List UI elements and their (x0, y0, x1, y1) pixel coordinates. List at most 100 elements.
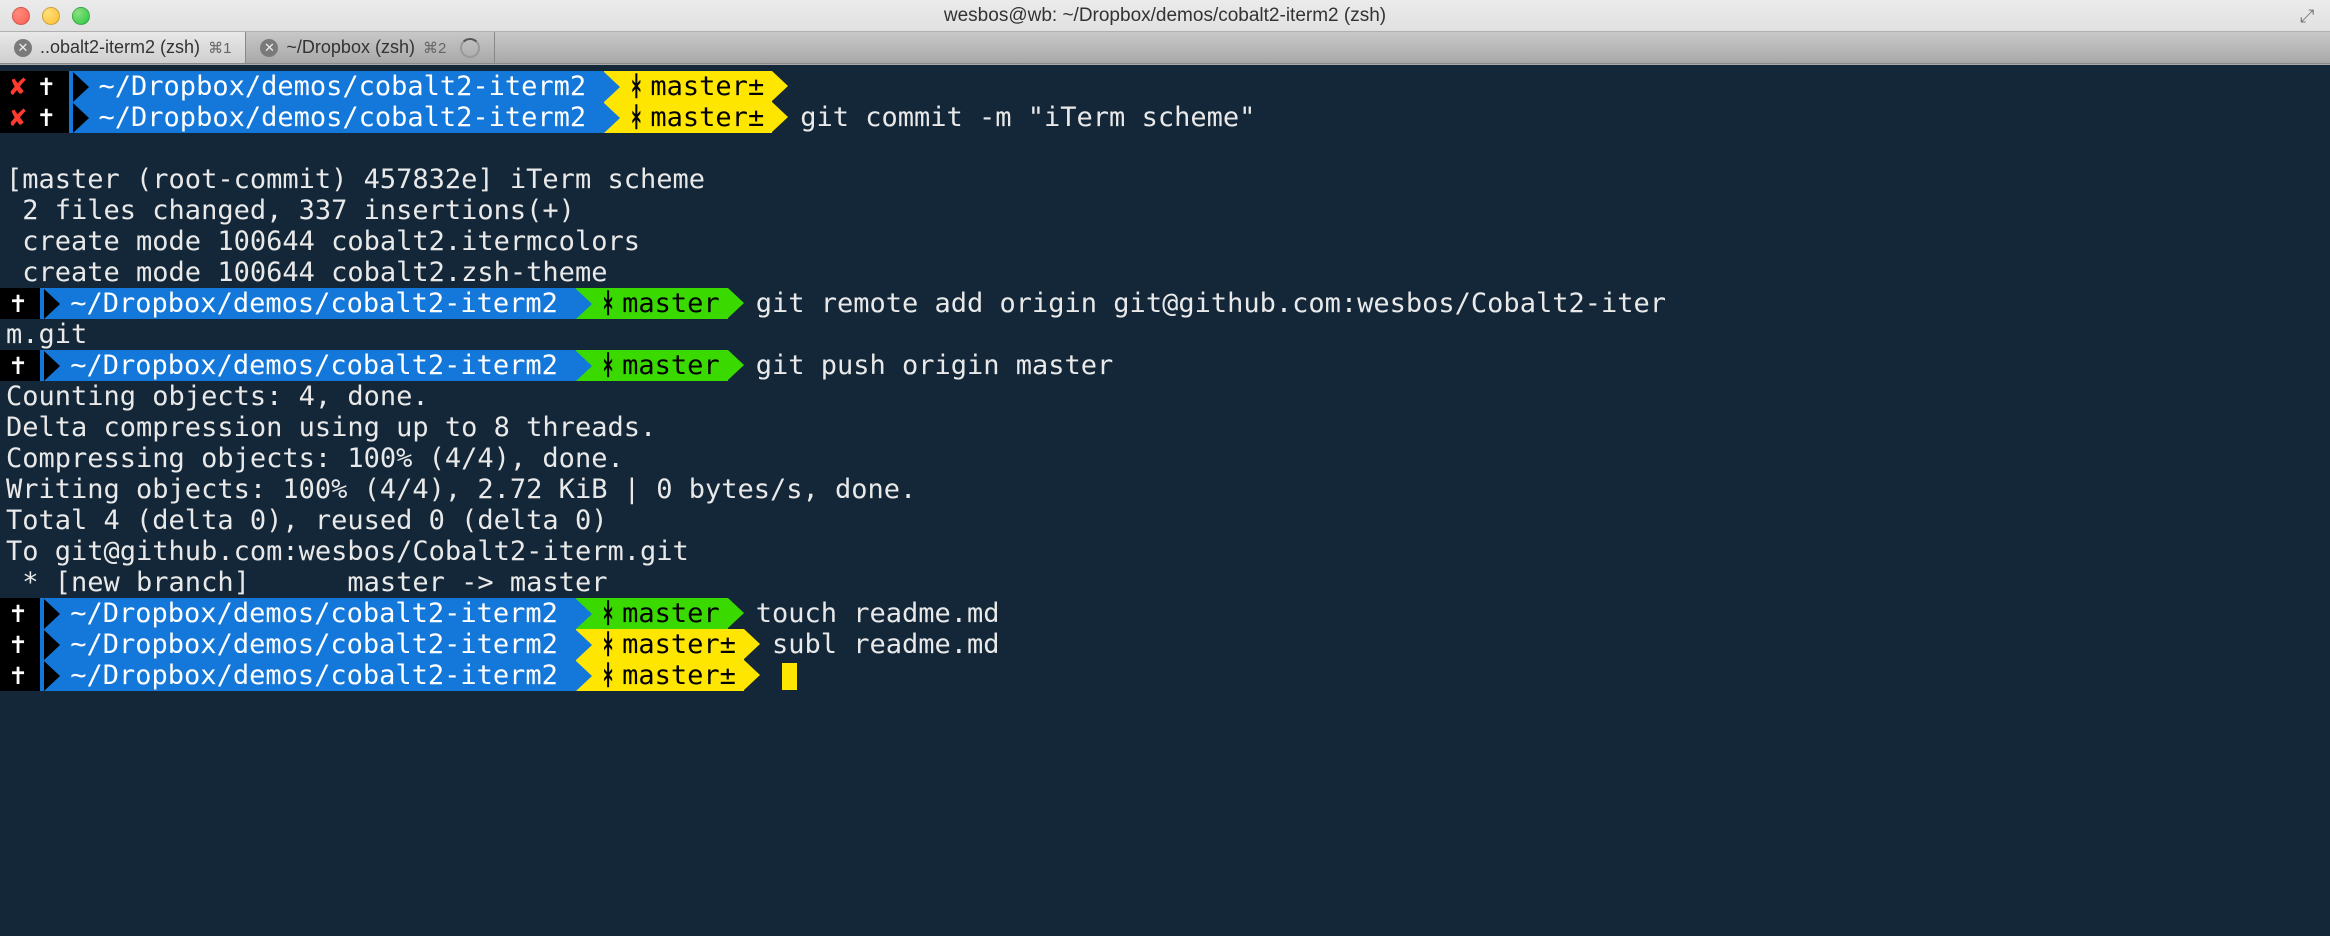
status-segment: ✝ (0, 660, 40, 691)
window-zoom-button[interactable] (72, 7, 90, 25)
tab-2[interactable]: ✕ ~/Dropbox (zsh) ⌘2 (246, 32, 495, 63)
terminal-viewport[interactable]: ✘ ✝ ~/Dropbox/demos/cobalt2-iterm2 ᚼ mas… (0, 65, 2330, 691)
output-line (0, 133, 2330, 164)
branch-label: master± (622, 629, 736, 660)
status-segment: ✝ (0, 288, 40, 319)
status-segment: ✝ (0, 598, 40, 629)
window-chrome: wesbos@wb: ~/Dropbox/demos/cobalt2-iterm… (0, 0, 2330, 65)
separator-icon (604, 103, 620, 133)
sudo-icon: ✝ (4, 660, 32, 691)
output-line: To git@github.com:wesbos/Cobalt2-iterm.g… (0, 536, 2330, 567)
separator-icon (744, 629, 760, 659)
output-line: Total 4 (delta 0), reused 0 (delta 0) (0, 505, 2330, 536)
prompt-row: ✝ ~/Dropbox/demos/cobalt2-iterm2 ᚼ maste… (0, 288, 2330, 319)
branch-segment: ᚼ master (576, 288, 728, 319)
command-input[interactable] (760, 660, 797, 691)
command-text[interactable] (788, 71, 800, 102)
sudo-icon: ✝ (32, 102, 60, 133)
separator-icon (728, 350, 744, 380)
close-tab-icon[interactable]: ✕ (260, 39, 278, 57)
error-icon: ✘ (4, 102, 32, 133)
command-text[interactable]: touch readme.md (744, 598, 1000, 629)
status-segment: ✘ ✝ (0, 102, 69, 133)
status-segment: ✝ (0, 350, 40, 381)
output-line: create mode 100644 cobalt2.zsh-theme (0, 257, 2330, 288)
window-title: wesbos@wb: ~/Dropbox/demos/cobalt2-iterm… (0, 5, 2330, 27)
error-icon: ✘ (4, 71, 32, 102)
separator-icon (44, 289, 60, 319)
branch-label: master (622, 350, 720, 381)
branch-segment: ᚼ master± (576, 629, 744, 660)
separator-icon (576, 630, 592, 660)
fullscreen-icon[interactable]: ⤢ (2300, 6, 2320, 26)
tab-bar: ✕ ..obalt2-iterm2 (zsh) ⌘1 ✕ ~/Dropbox (… (0, 32, 2330, 64)
branch-segment: ᚼ master (576, 598, 728, 629)
path-segment: ~/Dropbox/demos/cobalt2-iterm2 (40, 598, 576, 629)
path-text: ~/Dropbox/demos/cobalt2-iterm2 (60, 288, 568, 319)
branch-segment: ᚼ master (576, 350, 728, 381)
branch-label: master± (622, 660, 736, 691)
prompt-row: ✝ ~/Dropbox/demos/cobalt2-iterm2 ᚼ maste… (0, 350, 2330, 381)
output-line: Writing objects: 100% (4/4), 2.72 KiB | … (0, 474, 2330, 505)
command-text[interactable]: git commit -m "iTerm scheme" (788, 102, 1255, 133)
prompt-row: ✝ ~/Dropbox/demos/cobalt2-iterm2 ᚼ maste… (0, 660, 2330, 691)
git-branch-icon: ᚼ (592, 598, 622, 629)
git-branch-icon: ᚼ (592, 629, 622, 660)
git-branch-icon: ᚼ (620, 71, 650, 102)
branch-label: master± (650, 71, 764, 102)
path-segment: ~/Dropbox/demos/cobalt2-iterm2 (40, 660, 576, 691)
path-segment: ~/Dropbox/demos/cobalt2-iterm2 (40, 288, 576, 319)
tab-1[interactable]: ✕ ..obalt2-iterm2 (zsh) ⌘1 (0, 32, 246, 63)
path-text: ~/Dropbox/demos/cobalt2-iterm2 (60, 629, 568, 660)
output-line: Compressing objects: 100% (4/4), done. (0, 443, 2330, 474)
path-segment: ~/Dropbox/demos/cobalt2-iterm2 (40, 350, 576, 381)
separator-icon (576, 599, 592, 629)
output-line: [master (root-commit) 457832e] iTerm sch… (0, 164, 2330, 195)
sudo-icon: ✝ (4, 288, 32, 319)
path-text: ~/Dropbox/demos/cobalt2-iterm2 (60, 350, 568, 381)
command-text[interactable]: git push origin master (744, 350, 1114, 381)
cursor-icon (782, 663, 797, 690)
tab-label: ~/Dropbox (zsh) (286, 37, 415, 58)
title-bar[interactable]: wesbos@wb: ~/Dropbox/demos/cobalt2-iterm… (0, 0, 2330, 32)
status-segment: ✝ (0, 629, 40, 660)
window-close-button[interactable] (12, 7, 30, 25)
separator-icon (772, 71, 788, 101)
branch-label: master (622, 598, 720, 629)
command-text[interactable]: subl readme.md (760, 629, 1000, 660)
status-segment: ✘ ✝ (0, 71, 69, 102)
separator-icon (576, 351, 592, 381)
separator-icon (576, 289, 592, 319)
separator-icon (728, 288, 744, 318)
window-minimize-button[interactable] (42, 7, 60, 25)
prompt-row: ✘ ✝ ~/Dropbox/demos/cobalt2-iterm2 ᚼ mas… (0, 71, 2330, 102)
path-segment: ~/Dropbox/demos/cobalt2-iterm2 (40, 629, 576, 660)
tab-label: ..obalt2-iterm2 (zsh) (40, 37, 200, 58)
separator-icon (44, 599, 60, 629)
separator-icon (44, 630, 60, 660)
separator-icon (728, 598, 744, 628)
traffic-lights (0, 7, 90, 25)
separator-icon (44, 351, 60, 381)
tab-hotkey: ⌘1 (208, 39, 231, 57)
branch-segment: ᚼ master± (576, 660, 744, 691)
git-branch-icon: ᚼ (592, 660, 622, 691)
command-text[interactable]: git remote add origin git@github.com:wes… (744, 288, 1666, 319)
close-tab-icon[interactable]: ✕ (14, 39, 32, 57)
path-text: ~/Dropbox/demos/cobalt2-iterm2 (60, 598, 568, 629)
output-line: * [new branch] master -> master (0, 567, 2330, 598)
git-branch-icon: ᚼ (592, 288, 622, 319)
prompt-row: ✝ ~/Dropbox/demos/cobalt2-iterm2 ᚼ maste… (0, 629, 2330, 660)
branch-label: master± (650, 102, 764, 133)
separator-icon (772, 102, 788, 132)
output-line: create mode 100644 cobalt2.itermcolors (0, 226, 2330, 257)
prompt-row: ✝ ~/Dropbox/demos/cobalt2-iterm2 ᚼ maste… (0, 598, 2330, 629)
prompt-row: ✘ ✝ ~/Dropbox/demos/cobalt2-iterm2 ᚼ mas… (0, 102, 2330, 133)
spinner-icon (460, 38, 480, 58)
path-segment: ~/Dropbox/demos/cobalt2-iterm2 (69, 102, 605, 133)
path-text: ~/Dropbox/demos/cobalt2-iterm2 (60, 660, 568, 691)
sudo-icon: ✝ (32, 71, 60, 102)
tab-hotkey: ⌘2 (423, 39, 446, 57)
output-line: 2 files changed, 337 insertions(+) (0, 195, 2330, 226)
output-line: m.git (0, 319, 2330, 350)
